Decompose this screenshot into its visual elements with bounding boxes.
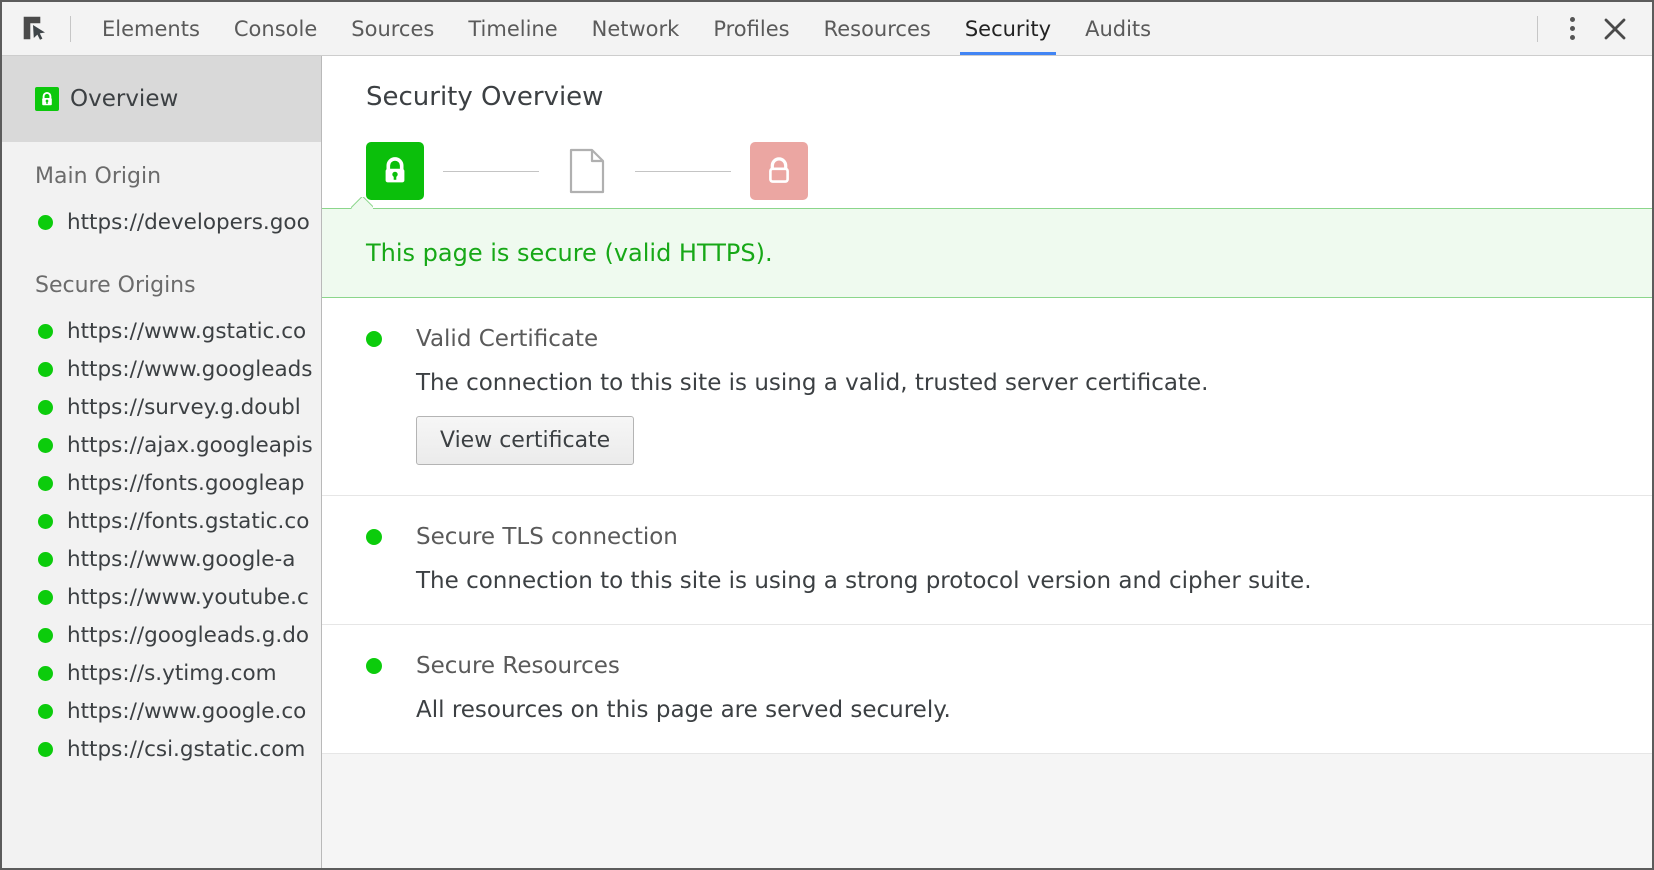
explanation-title: Secure TLS connection — [416, 524, 678, 550]
page-title: Security Overview — [322, 56, 1652, 112]
page-document-icon[interactable] — [558, 142, 616, 200]
banner-notch — [351, 197, 373, 209]
status-dot-icon — [38, 476, 53, 491]
insecure-lock-icon[interactable] — [750, 142, 808, 200]
origin-url: https://www.gstatic.co — [67, 319, 306, 344]
status-dot-icon — [366, 658, 382, 674]
tab-sources[interactable]: Sources — [334, 2, 451, 55]
origin-url: https://s.ytimg.com — [67, 661, 277, 686]
sidebar-group-title-secure-origins: Secure Origins — [2, 251, 321, 312]
security-sidebar: Overview Main Origin https://developers.… — [2, 56, 322, 868]
devtools-window: Elements Console Sources Timeline Networ… — [0, 0, 1654, 870]
origin-url: https://ajax.googleapis — [67, 433, 313, 458]
list-item[interactable]: https://www.google.co — [2, 692, 321, 730]
origin-url: https://www.youtube.c — [67, 585, 309, 610]
tab-audits[interactable]: Audits — [1068, 2, 1168, 55]
toolbar-divider — [70, 16, 71, 42]
list-item[interactable]: https://csi.gstatic.com — [2, 730, 321, 768]
explanation-header: Secure TLS connection — [366, 524, 1608, 550]
status-dot-icon — [38, 324, 53, 339]
status-dot-icon — [38, 400, 53, 415]
tab-timeline[interactable]: Timeline — [451, 2, 574, 55]
panel-tabs: Elements Console Sources Timeline Networ… — [85, 2, 1168, 55]
explanation-title: Valid Certificate — [416, 326, 598, 352]
origin-url: https://csi.gstatic.com — [67, 737, 305, 762]
status-dot-icon — [38, 215, 53, 230]
explanation-secure-tls-connection: Secure TLS connection The connection to … — [322, 496, 1652, 625]
explanation-valid-certificate: Valid Certificate The connection to this… — [322, 298, 1652, 496]
list-item[interactable]: https://fonts.gstatic.co — [2, 502, 321, 540]
list-item[interactable]: https://ajax.googleapis — [2, 426, 321, 464]
status-dot-icon — [38, 438, 53, 453]
view-certificate-button[interactable]: View certificate — [416, 416, 634, 465]
status-dot-icon — [38, 628, 53, 643]
status-dot-icon — [38, 514, 53, 529]
origin-url: https://www.google-a — [67, 547, 295, 572]
close-icon[interactable] — [1592, 9, 1638, 49]
toolbar-divider-right — [1537, 16, 1538, 42]
status-dot-icon — [38, 742, 53, 757]
tab-network[interactable]: Network — [575, 2, 697, 55]
status-dot-icon — [38, 666, 53, 681]
origin-url: https://fonts.googleap — [67, 471, 305, 496]
sidebar-item-label: Overview — [70, 86, 178, 112]
origin-url: https://www.googleads — [67, 357, 313, 382]
list-item[interactable]: https://www.youtube.c — [2, 578, 321, 616]
sidebar-main-origin-list: https://developers.goo — [2, 203, 321, 251]
list-item[interactable]: https://developers.goo — [2, 203, 321, 241]
explanation-header: Valid Certificate — [366, 326, 1608, 352]
list-item[interactable]: https://googleads.g.do — [2, 616, 321, 654]
explanation-description: All resources on this page are served se… — [416, 697, 1608, 723]
origin-url: https://survey.g.doubl — [67, 395, 301, 420]
sidebar-group-title-main-origin: Main Origin — [2, 142, 321, 203]
list-item[interactable]: https://www.googleads — [2, 350, 321, 388]
panel-empty-area — [322, 754, 1652, 868]
tab-elements[interactable]: Elements — [85, 2, 217, 55]
status-dot-icon — [366, 331, 382, 347]
state-connector-line — [635, 171, 731, 172]
toolbar-right-controls — [1523, 9, 1638, 49]
list-item[interactable]: https://fonts.googleap — [2, 464, 321, 502]
inspect-element-icon[interactable] — [16, 12, 56, 46]
status-dot-icon — [38, 552, 53, 567]
explanation-title: Secure Resources — [416, 653, 620, 679]
status-dot-icon — [366, 529, 382, 545]
security-explanations: Valid Certificate The connection to this… — [322, 298, 1652, 754]
origin-url: https://developers.goo — [67, 210, 310, 235]
green-lock-icon — [35, 87, 59, 111]
status-dot-icon — [38, 704, 53, 719]
banner-text: This page is secure (valid HTTPS). — [366, 239, 773, 267]
explanation-description: The connection to this site is using a v… — [416, 370, 1608, 396]
devtools-body: Overview Main Origin https://developers.… — [2, 56, 1652, 868]
explanation-header: Secure Resources — [366, 653, 1608, 679]
tab-profiles[interactable]: Profiles — [696, 2, 806, 55]
list-item[interactable]: https://survey.g.doubl — [2, 388, 321, 426]
devtools-toolbar: Elements Console Sources Timeline Networ… — [2, 2, 1652, 56]
list-item[interactable]: https://www.google-a — [2, 540, 321, 578]
explanation-secure-resources: Secure Resources All resources on this p… — [322, 625, 1652, 754]
explanation-description: The connection to this site is using a s… — [416, 568, 1608, 594]
tab-security[interactable]: Security — [948, 2, 1068, 55]
origin-url: https://fonts.gstatic.co — [67, 509, 309, 534]
security-header: Security Overview — [322, 56, 1652, 208]
status-dot-icon — [38, 590, 53, 605]
sidebar-item-overview[interactable]: Overview — [2, 56, 321, 142]
sidebar-secure-origins-list: https://www.gstatic.co https://www.googl… — [2, 312, 321, 778]
status-dot-icon — [38, 362, 53, 377]
secure-lock-icon[interactable] — [366, 142, 424, 200]
security-state-banner: This page is secure (valid HTTPS). — [322, 208, 1652, 298]
origin-url: https://www.google.co — [67, 699, 306, 724]
state-connector-line — [443, 171, 539, 172]
kebab-menu-icon[interactable] — [1552, 9, 1592, 49]
security-state-row — [322, 112, 1652, 208]
list-item[interactable]: https://s.ytimg.com — [2, 654, 321, 692]
origin-url: https://googleads.g.do — [67, 623, 309, 648]
tab-console[interactable]: Console — [217, 2, 334, 55]
list-item[interactable]: https://www.gstatic.co — [2, 312, 321, 350]
tab-resources[interactable]: Resources — [807, 2, 948, 55]
security-main-panel: Security Overview — [322, 56, 1652, 868]
